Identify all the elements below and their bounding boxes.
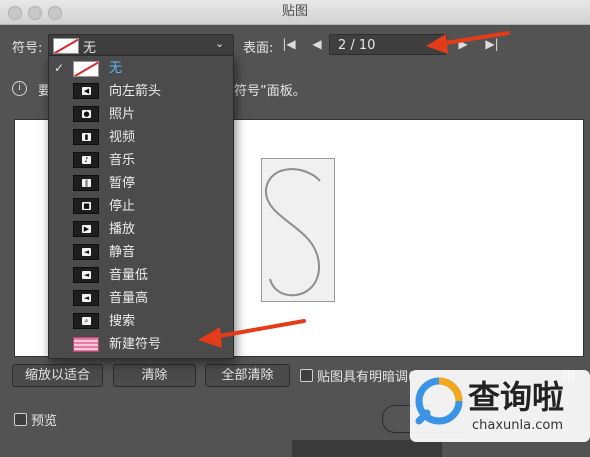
arrow-to-new-symbol: [198, 319, 306, 348]
watermark-logo-icon: [415, 377, 463, 425]
watermark: 查询啦 chaxunla.com: [410, 370, 590, 442]
watermark-cn-text: 查询啦: [468, 378, 565, 416]
watermark-url: chaxunla.com: [472, 418, 563, 433]
arrow-to-page-field: [426, 31, 510, 54]
